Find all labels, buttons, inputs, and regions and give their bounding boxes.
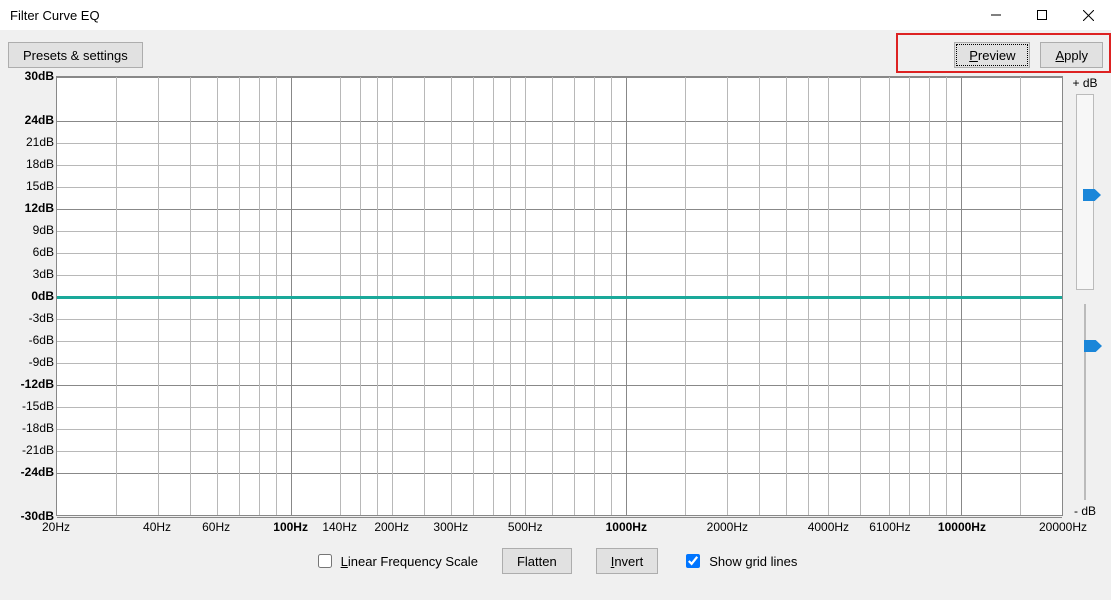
show-grid-checkbox[interactable]: Show grid lines: [682, 551, 797, 571]
close-button[interactable]: [1065, 0, 1111, 30]
minus-db-label: - dB: [1074, 504, 1096, 518]
plus-db-label: + dB: [1072, 76, 1097, 90]
preview-button[interactable]: Preview: [954, 42, 1030, 68]
minimize-button[interactable]: [973, 0, 1019, 30]
maximize-button[interactable]: [1019, 0, 1065, 30]
eq-chart[interactable]: [56, 76, 1063, 516]
upper-db-slider[interactable]: [1076, 94, 1094, 290]
lower-db-slider-thumb[interactable]: [1084, 340, 1102, 352]
presets-settings-button[interactable]: Presets & settings: [8, 42, 143, 68]
invert-button[interactable]: Invert: [596, 548, 659, 574]
window-title: Filter Curve EQ: [10, 8, 973, 23]
flatten-button[interactable]: Flatten: [502, 548, 572, 574]
lower-db-slider[interactable]: [1076, 304, 1094, 500]
upper-db-slider-thumb[interactable]: [1083, 189, 1101, 201]
apply-button[interactable]: Apply: [1040, 42, 1103, 68]
y-axis-labels: 30dB24dB21dB18dB15dB12dB9dB6dB3dB0dB-3dB…: [8, 76, 56, 518]
linear-scale-checkbox[interactable]: Linear Frequency Scale: [314, 551, 478, 571]
x-axis-labels: 20Hz40Hz60Hz100Hz140Hz200Hz300Hz500Hz100…: [56, 518, 1063, 538]
